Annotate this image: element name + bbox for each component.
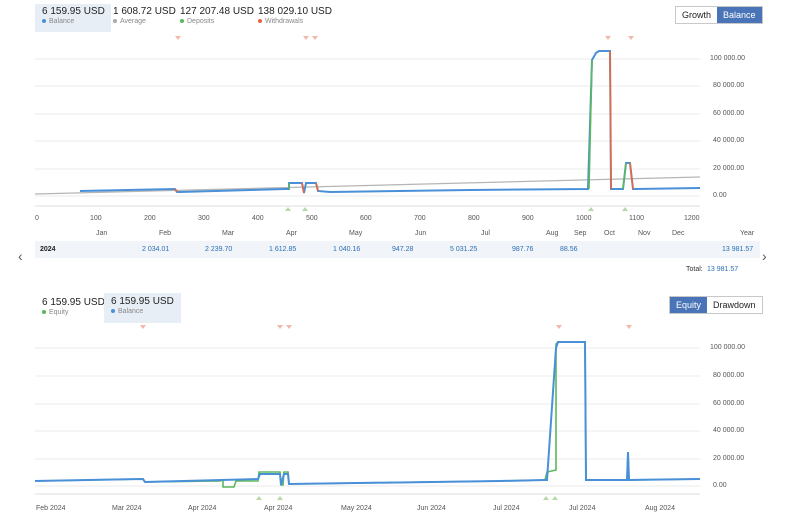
deposit-markers — [285, 207, 628, 211]
balance-chart — [34, 36, 701, 211]
deposit-marker — [285, 207, 291, 211]
month-label: Dec — [672, 230, 685, 237]
month-label: Jan — [96, 230, 108, 237]
withdrawal-marker — [140, 325, 146, 329]
withdrawal-markers — [175, 36, 634, 40]
year-column-label: Year — [740, 230, 755, 237]
month-value: 947.28 — [392, 246, 414, 253]
x-tick-label: 1200 — [684, 215, 700, 222]
deposit-marker — [552, 496, 558, 500]
withdrawal-marker — [628, 36, 634, 40]
equity-line — [34, 341, 701, 488]
withdrawal-marker — [286, 325, 292, 329]
withdrawal-marker — [605, 36, 611, 40]
month-value: 1 040.16 — [333, 246, 361, 253]
withdrawal-segment — [174, 188, 178, 193]
x-date-label: Jul 2024 — [569, 505, 596, 512]
month-label: Aug — [546, 230, 559, 237]
withdrawal-marker — [312, 36, 318, 40]
balance-line-2 — [34, 341, 701, 486]
month-label: Sep — [574, 230, 587, 237]
x-tick-label: 800 — [468, 215, 480, 222]
withdrawal-marker — [556, 325, 562, 329]
y-tick-label: 80 000.00 — [713, 372, 745, 379]
month-label: May — [349, 230, 363, 237]
prev-arrow-icon[interactable]: ‹ — [18, 248, 23, 264]
x-date-label: Jul 2024 — [493, 505, 520, 512]
month-value: 88.56 — [560, 246, 578, 253]
y-tick-label: 40 000.00 — [713, 427, 745, 434]
month-label: Mar — [222, 230, 235, 237]
chart2-gridlines — [35, 347, 700, 487]
balance-line — [79, 50, 701, 194]
withdrawal-segment — [609, 50, 612, 190]
deposit-marker — [256, 496, 262, 500]
y-tick-label: 60 000.00 — [713, 110, 745, 117]
x-tick-label: 400 — [252, 215, 264, 222]
month-label: Oct — [604, 230, 615, 237]
withdrawal-segment — [315, 182, 319, 192]
y-tick-label: 100 000.00 — [710, 55, 746, 62]
x-date-label: Jun 2024 — [417, 505, 446, 512]
withdrawal-markers-2 — [140, 325, 632, 329]
month-value: 5 031.25 — [450, 246, 478, 253]
y-tick-label: 0.00 — [713, 482, 727, 489]
y-tick-label: 0.00 — [713, 192, 727, 199]
month-value: 1 612.85 — [269, 246, 297, 253]
y-tick-label: 100 000.00 — [710, 344, 746, 351]
x-date-label: Apr 2024 — [264, 505, 293, 512]
month-label: Jul — [481, 230, 490, 237]
equity-chart — [34, 325, 701, 500]
x-tick-label: 100 — [90, 215, 102, 222]
deposit-marker — [277, 496, 283, 500]
deposit-marker — [302, 207, 308, 211]
withdrawal-segment — [301, 182, 305, 194]
deposit-markers-2 — [256, 496, 558, 500]
month-value: 2 239.70 — [205, 246, 233, 253]
month-value: 987.76 — [512, 246, 534, 253]
deposit-segment — [622, 162, 627, 190]
x-tick-label: 700 — [414, 215, 426, 222]
y-tick-label: 20 000.00 — [713, 165, 745, 172]
withdrawal-marker — [626, 325, 632, 329]
deposit-marker — [622, 207, 628, 211]
x-tick-label: 1000 — [576, 215, 592, 222]
month-label: Apr — [286, 230, 297, 237]
month-value: 2 034.01 — [142, 246, 170, 253]
withdrawal-marker — [303, 36, 309, 40]
withdrawal-segment — [629, 162, 634, 190]
month-label: Feb — [159, 230, 172, 237]
x-tick-label: 900 — [522, 215, 534, 222]
y-tick-label: 80 000.00 — [713, 82, 745, 89]
deposit-marker — [588, 207, 594, 211]
year-total-value: 13 981.57 — [722, 246, 754, 253]
x-tick-label: 0 — [35, 215, 39, 222]
x-tick-label: 200 — [144, 215, 156, 222]
x-tick-label: 500 — [306, 215, 318, 222]
deposit-marker — [543, 496, 549, 500]
y-tick-label: 60 000.00 — [713, 400, 745, 407]
x-date-label: Aug 2024 — [645, 505, 675, 512]
x-date-label: Feb 2024 — [36, 505, 66, 512]
y-tick-label: 20 000.00 — [713, 455, 745, 462]
next-arrow-icon[interactable]: › — [762, 248, 767, 264]
withdrawal-marker — [277, 325, 283, 329]
chart1-gridlines — [35, 58, 700, 197]
withdrawal-marker — [175, 36, 181, 40]
x-tick-label: 300 — [198, 215, 210, 222]
month-label: Jun — [415, 230, 427, 237]
x-date-label: Apr 2024 — [188, 505, 217, 512]
total-value: 13 981.57 — [707, 266, 739, 273]
month-label: Nov — [638, 230, 651, 237]
x-date-label: Mar 2024 — [112, 505, 142, 512]
year-label: 2024 — [40, 246, 56, 253]
x-tick-label: 600 — [360, 215, 372, 222]
x-date-label: May 2024 — [341, 505, 372, 512]
total-label: Total: — [686, 266, 703, 273]
x-tick-label: 1100 — [629, 215, 645, 222]
y-tick-label: 40 000.00 — [713, 137, 745, 144]
